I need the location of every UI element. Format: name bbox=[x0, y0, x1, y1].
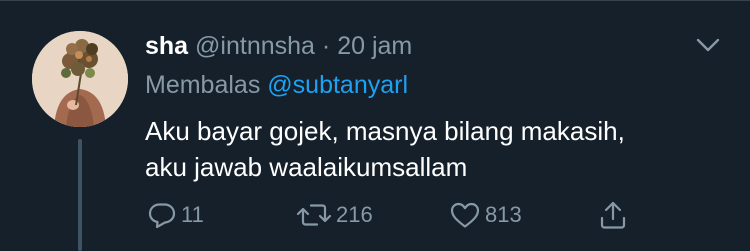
tweet-text-line-2: aku jawab waalaikumsallam bbox=[145, 152, 468, 182]
tweet-text-line-1: Aku bayar gojek, masnya bilang makasih, bbox=[145, 116, 625, 146]
avatar-image bbox=[32, 31, 128, 127]
user-handle[interactable]: @intnnsha bbox=[195, 32, 315, 60]
share-button[interactable] bbox=[598, 197, 628, 233]
thread-line bbox=[78, 139, 82, 251]
reply-prefix: Membalas bbox=[145, 71, 261, 99]
share-upload-icon bbox=[600, 201, 626, 229]
separator-dot: · bbox=[321, 32, 331, 60]
retweet-icon bbox=[296, 204, 332, 226]
like-count: 813 bbox=[485, 202, 522, 227]
retweet-count: 216 bbox=[336, 202, 373, 227]
avatar[interactable] bbox=[32, 31, 128, 127]
reply-mention-link[interactable]: @subtanyarl bbox=[267, 71, 408, 99]
tweet-text: Aku bayar gojek, masnya bilang makasih, … bbox=[145, 113, 705, 185]
tweet-header: sha @intnnsha · 20 jam bbox=[145, 28, 412, 64]
reply-count: 11 bbox=[181, 202, 204, 227]
heart-icon bbox=[450, 202, 480, 228]
timestamp[interactable]: 20 jam bbox=[337, 32, 412, 60]
reply-button[interactable]: 11 bbox=[147, 197, 204, 233]
display-name[interactable]: sha bbox=[145, 32, 188, 60]
like-button[interactable]: 813 bbox=[449, 197, 522, 233]
retweet-button[interactable]: 216 bbox=[296, 197, 373, 233]
tweet[interactable]: sha @intnnsha · 20 jam Membalas @subtany… bbox=[0, 0, 750, 251]
reply-bubble-icon bbox=[148, 203, 176, 229]
reply-context: Membalas @subtanyarl bbox=[145, 67, 408, 103]
chevron-down-icon[interactable] bbox=[694, 35, 722, 55]
